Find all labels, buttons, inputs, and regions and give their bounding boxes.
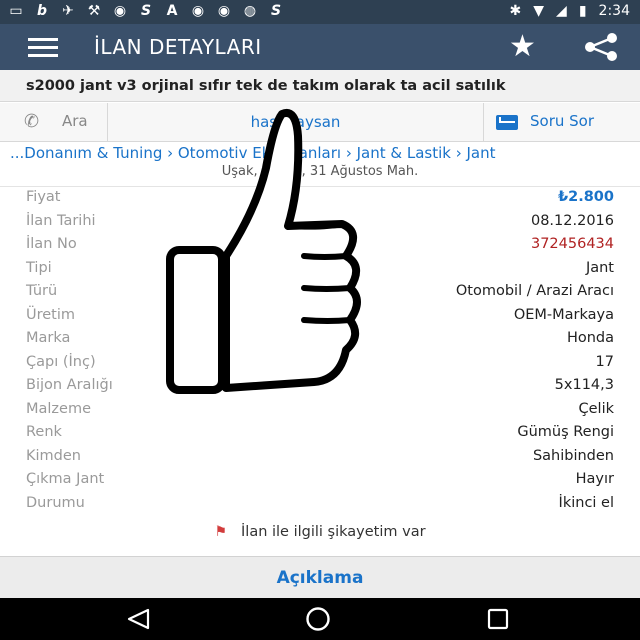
call-button[interactable]: ✆ Ara <box>0 103 108 141</box>
notification-icons: ▭ b ✈ ⚒ ◉ S A ◉ ◉ ◍ S <box>8 3 284 19</box>
message-icon: ▭ <box>9 3 23 19</box>
detail-value: ₺2.800 <box>558 189 614 205</box>
system-icons: ✱ ▼ ◢ ▮ 2:34 <box>510 3 630 19</box>
detail-value: 5x114,3 <box>554 377 614 393</box>
seller-username-link[interactable]: hasanaysan <box>108 103 484 141</box>
detail-label: Malzeme <box>26 400 92 417</box>
detail-label: Kimden <box>26 447 81 464</box>
action-bar: ✆ Ara hasanaysan Soru Sor <box>0 103 640 142</box>
system-nav-bar <box>0 598 640 640</box>
flag-icon: ⚑ <box>214 524 228 540</box>
battery-icon: ▮ <box>578 3 587 19</box>
detail-label: Bijon Aralığı <box>26 377 113 393</box>
bluetooth-icon: ✱ <box>509 3 522 19</box>
detail-value: Gümüş Rengi <box>517 424 614 440</box>
detail-row-used-rim: Çıkma Jant Hayır <box>0 469 640 492</box>
description-tab[interactable]: Açıklama <box>0 556 640 599</box>
detail-label: Durumu <box>26 494 85 511</box>
wrench-icon: ⚒ <box>87 3 101 19</box>
app-icon-2: ◉ <box>191 3 205 19</box>
detail-value: 372456434 <box>530 236 614 252</box>
detail-row-production: Üretim OEM-Markaya <box>0 305 640 328</box>
detail-row-condition: Durumu İkinci el <box>0 493 640 516</box>
detail-row-date: İlan Tarihi 08.12.2016 <box>0 211 640 234</box>
detail-label: Çapı (İnç) <box>26 353 96 370</box>
a-icon: A <box>166 3 178 19</box>
status-bar: ▭ b ✈ ⚒ ◉ S A ◉ ◉ ◍ S ✱ ▼ ◢ ▮ 2:34 <box>0 0 640 24</box>
app-icon-4: ◍ <box>243 3 257 19</box>
wifi-icon: ▼ <box>533 3 545 19</box>
detail-label: İlan No <box>26 236 77 252</box>
detail-row-listing-no: İlan No 372456434 <box>0 234 640 257</box>
detail-value: Sahibinden <box>532 447 614 464</box>
ask-question-button[interactable]: Soru Sor <box>484 103 640 141</box>
ask-label: Soru Sor <box>530 112 595 130</box>
breadcrumb[interactable]: ...Donanım & Tuning › Otomotiv Ekipmanla… <box>0 144 640 164</box>
detail-value: Otomobil / Arazi Aracı <box>455 283 614 299</box>
b-icon: b <box>36 3 48 19</box>
detail-row-seller-type: Kimden Sahibinden <box>0 446 640 469</box>
status-time: 2:34 <box>598 3 630 19</box>
s-icon: S <box>140 3 152 19</box>
report-label: İlan ile ilgili şikayetim var <box>241 524 426 540</box>
signal-icon: ◢ <box>556 3 567 19</box>
details-table: Fiyat ₺2.800 İlan Tarihi 08.12.2016 İlan… <box>0 186 640 517</box>
star-icon[interactable]: ★ <box>509 30 536 64</box>
detail-label: Marka <box>26 330 71 346</box>
location-text: Uşak, Banaz, 31 Ağustos Mah. <box>221 164 419 179</box>
detail-value: 17 <box>595 353 614 370</box>
detail-row-price: Fiyat ₺2.800 <box>0 187 640 210</box>
detail-value: OEM-Markaya <box>513 306 614 323</box>
detail-row-material: Malzeme Çelik <box>0 399 640 422</box>
detail-row-brand: Marka Honda <box>0 328 640 351</box>
detail-value: Hayır <box>575 471 614 487</box>
detail-value: Honda <box>566 330 614 346</box>
app-icon: ◉ <box>113 3 127 19</box>
detail-value: 08.12.2016 <box>530 212 614 229</box>
recent-apps-icon[interactable] <box>487 608 509 630</box>
s-icon-2: S <box>270 3 282 19</box>
detail-label: Üretim <box>26 306 76 323</box>
detail-label: Fiyat <box>26 189 61 205</box>
phone-icon: ✆ <box>24 111 40 132</box>
detail-value: Çelik <box>578 400 615 417</box>
detail-row-diameter: Çapı (İnç) 17 <box>0 352 640 375</box>
bird-icon: ✈ <box>62 3 74 19</box>
home-icon[interactable] <box>305 606 331 632</box>
detail-row-bolt-pattern: Bijon Aralığı 5x114,3 <box>0 375 640 398</box>
app-bar: İLAN DETAYLARI ★ <box>0 24 640 70</box>
detail-value: İkinci el <box>558 494 614 511</box>
call-label: Ara <box>62 112 88 130</box>
detail-value: Jant <box>585 259 614 276</box>
share-icon[interactable] <box>583 32 619 62</box>
detail-label: Renk <box>26 424 62 440</box>
detail-row-color: Renk Gümüş Rengi <box>0 422 640 445</box>
detail-row-kind: Türü Otomobil / Arazi Aracı <box>0 281 640 304</box>
back-icon[interactable] <box>126 608 150 630</box>
mail-icon <box>496 115 518 130</box>
app-icon-3: ◉ <box>217 3 231 19</box>
listing-title: s2000 jant v3 orjinal sıfır tek de takım… <box>0 70 640 102</box>
detail-label: Tipi <box>26 259 52 276</box>
page-title: İLAN DETAYLARI <box>94 35 262 59</box>
detail-label: Çıkma Jant <box>26 471 105 487</box>
detail-row-type: Tipi Jant <box>0 258 640 281</box>
detail-label: İlan Tarihi <box>26 212 96 229</box>
detail-label: Türü <box>26 283 58 299</box>
report-listing-link[interactable]: ⚑ İlan ile ilgili şikayetim var <box>0 524 640 548</box>
hamburger-icon[interactable] <box>28 38 58 57</box>
